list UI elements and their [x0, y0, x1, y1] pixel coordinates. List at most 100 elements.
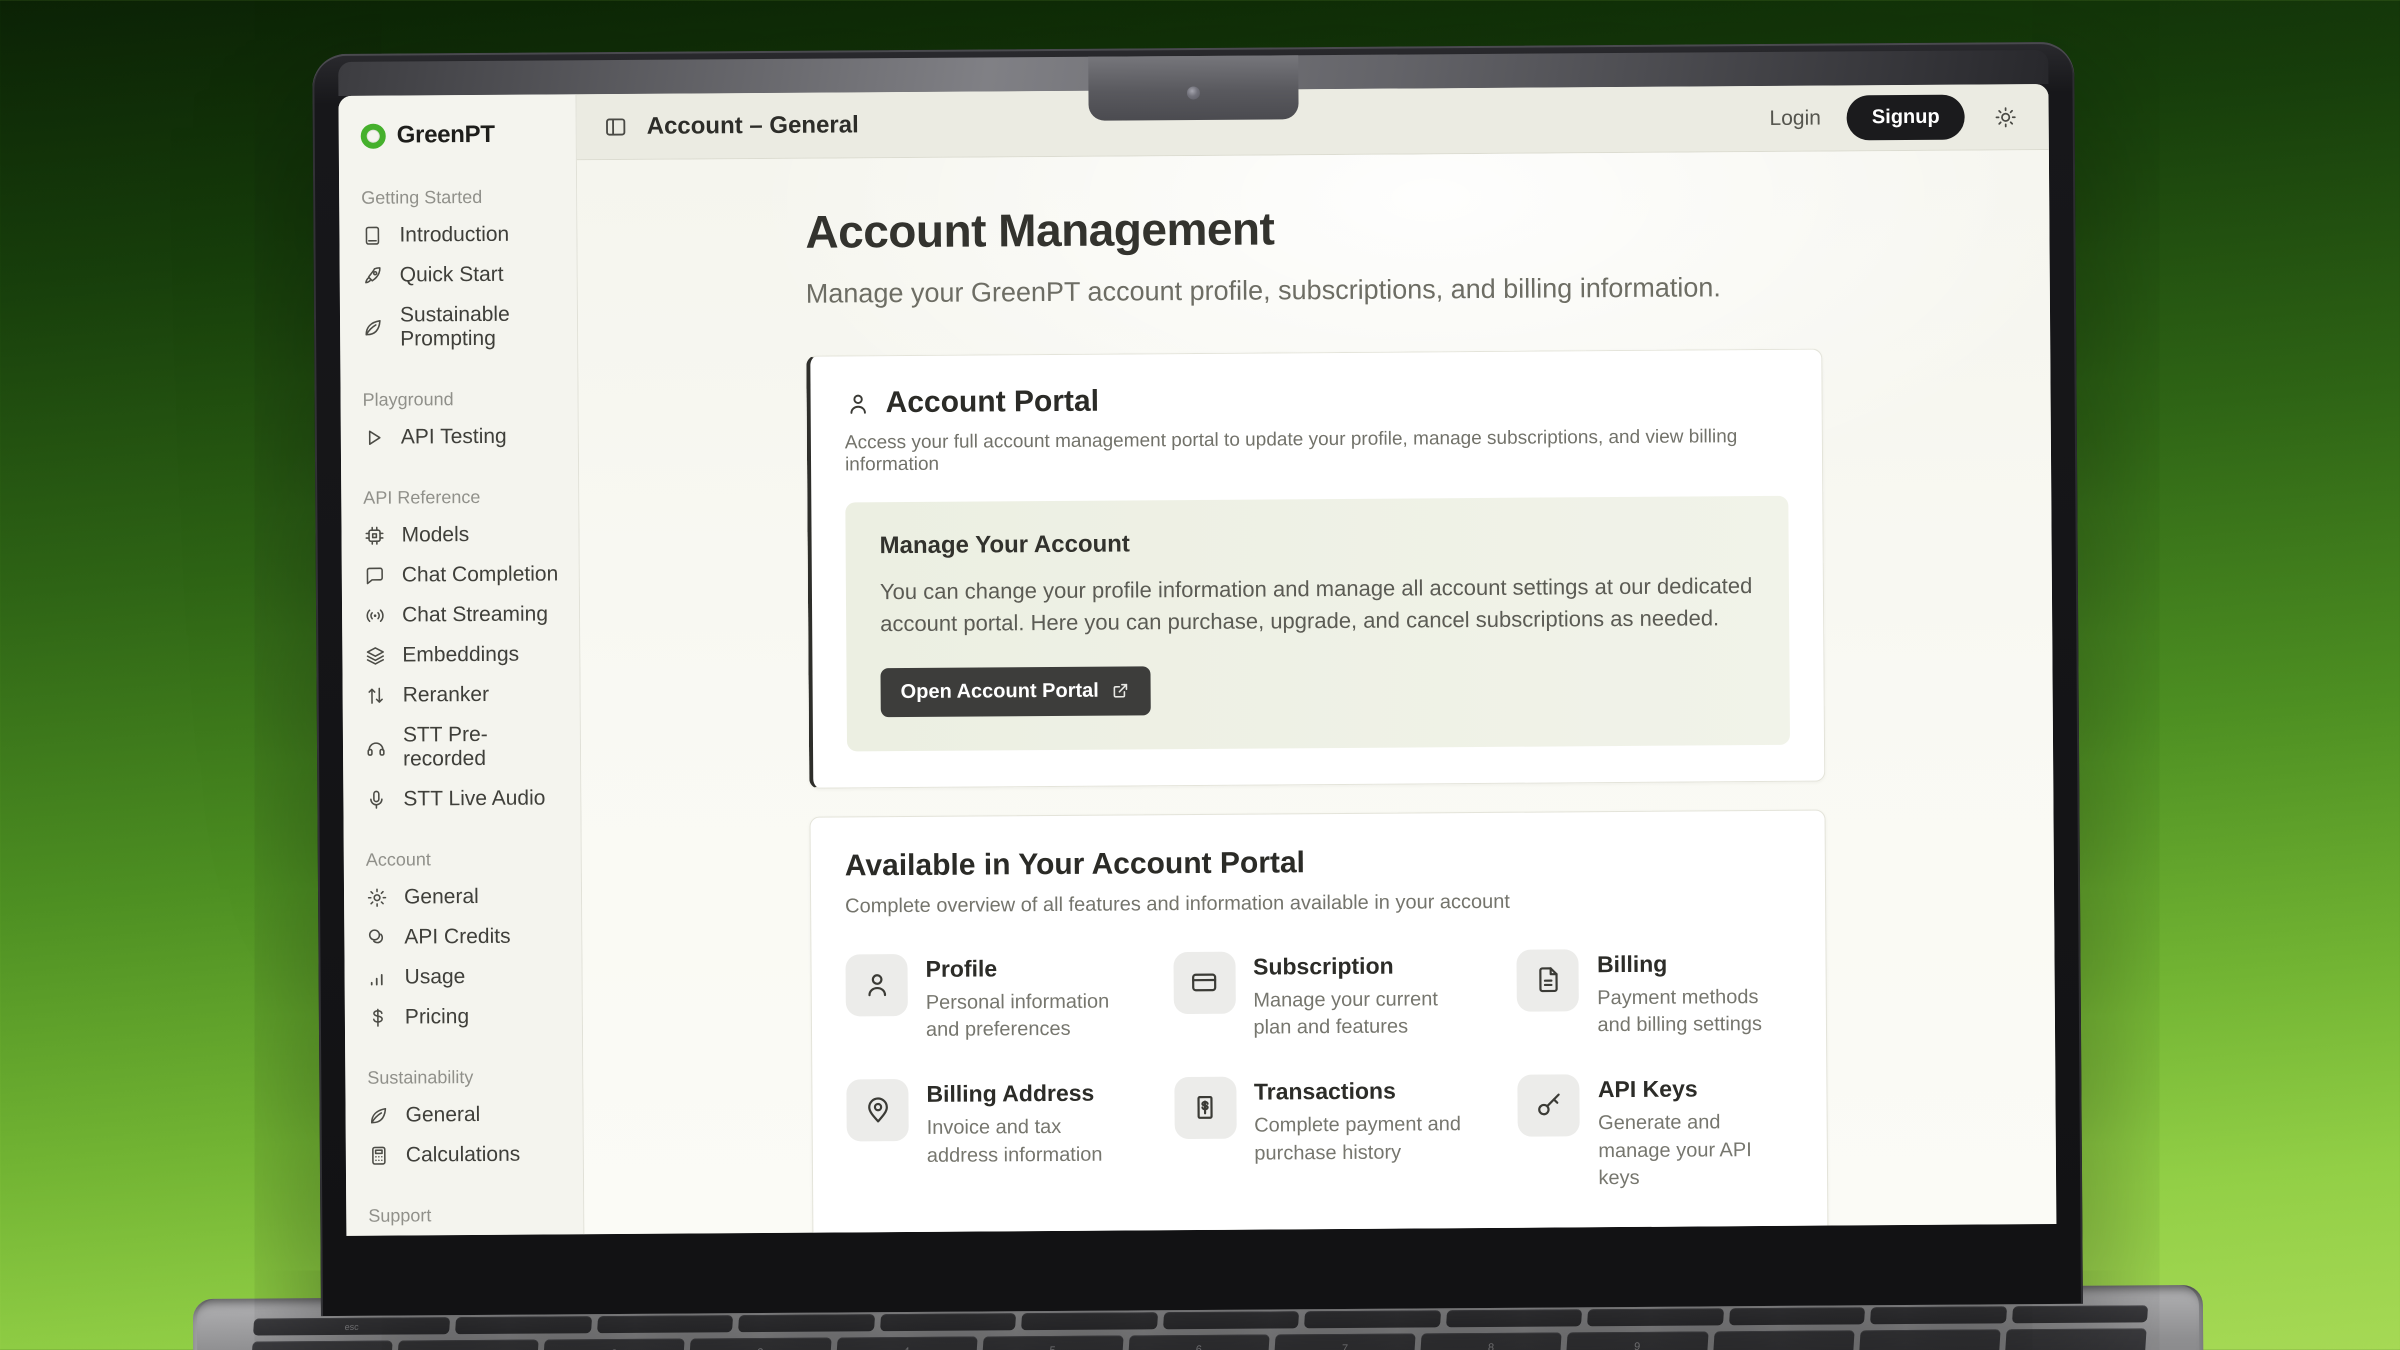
open-account-portal-button[interactable]: Open Account Portal: [880, 666, 1151, 717]
key: 3: [689, 1338, 831, 1350]
section-label: API Reference: [341, 486, 578, 509]
sun-icon: [1993, 104, 2019, 130]
key: 7: [1274, 1333, 1416, 1350]
sidebar-item-label: API Testing: [401, 425, 507, 450]
sidebar-item-usage[interactable]: Usage: [344, 956, 581, 998]
sidebar-item-reranker[interactable]: Reranker: [343, 674, 580, 716]
sidebar-item-api-testing[interactable]: API Testing: [341, 416, 578, 458]
key: [1304, 1310, 1441, 1328]
notch: [1088, 55, 1298, 120]
page-subtitle: Manage your GreenPT account profile, sub…: [806, 272, 1822, 310]
key: [597, 1315, 734, 1333]
key: [1870, 1306, 2007, 1324]
feature-title: Subscription: [1253, 952, 1475, 981]
external-link-icon: [1111, 681, 1131, 701]
key: 2: [543, 1339, 685, 1350]
sidebar-item-stt-prerecorded[interactable]: STT Pre-recorded: [343, 714, 580, 780]
laptop: esc ~ 1 2 3 4 5 6 7 8 9: [184, 33, 2204, 1350]
section-label: Account: [344, 848, 581, 871]
feature-desc: Complete payment and purchase history: [1254, 1111, 1476, 1168]
signup-button[interactable]: Signup: [1847, 95, 1965, 141]
feature-subscription: Subscription Manage your current plan an…: [1173, 950, 1476, 1043]
sort-arrows-icon: [365, 685, 387, 707]
headphones-icon: [365, 737, 387, 759]
play-icon: [363, 427, 385, 449]
sidebar-item-ai-scan[interactable]: AI Scan: [346, 1232, 583, 1236]
person-icon: [845, 954, 907, 1016]
sidebar-item-sustainable-prompting[interactable]: Sustainable Prompting: [340, 294, 577, 360]
feature-credits: Credits Monitor and purchase API credits: [847, 1230, 1133, 1234]
topbar: Account – General Login Signup: [576, 84, 2048, 160]
feature-usage: Usage Detailed analytics and usage stati…: [1175, 1228, 1478, 1234]
sidebar-item-calculations[interactable]: Calculations: [346, 1134, 583, 1176]
sidebar-item-quick-start[interactable]: Quick Start: [340, 254, 577, 296]
person-icon: [845, 390, 872, 417]
key: esc: [253, 1317, 450, 1335]
sidebar-item-label: Quick Start: [400, 263, 504, 288]
sidebar-item-label: Sustainable Prompting: [400, 302, 563, 351]
theme-toggle[interactable]: [1993, 104, 2019, 130]
key: [1446, 1309, 1583, 1327]
calculator-icon: [368, 1145, 390, 1167]
sidebar-item-chat-streaming[interactable]: Chat Streaming: [342, 594, 579, 636]
sidebar-item-label: General: [405, 1103, 480, 1128]
sidebar-item-label: Chat Streaming: [402, 603, 548, 628]
coins-icon: [847, 1232, 909, 1235]
section-label: Getting Started: [339, 186, 576, 209]
gear-icon: [366, 887, 388, 909]
sidebar-item-pricing[interactable]: Pricing: [345, 996, 582, 1038]
sidebar-item-api-credits[interactable]: API Credits: [344, 916, 581, 958]
key: ~: [251, 1341, 393, 1350]
coins-icon: [366, 927, 388, 949]
card-title: Account Portal: [885, 385, 1099, 420]
rocket-icon: [362, 265, 384, 287]
sidebar-item-label: Calculations: [406, 1143, 521, 1168]
card-description: Access your full account management port…: [845, 426, 1788, 477]
sidebar-item-label: API Credits: [404, 925, 510, 950]
book-icon: [361, 225, 383, 247]
feature-desc: Personal information and preferences: [926, 988, 1132, 1045]
sidebar-item-label: Chat Completion: [402, 562, 559, 587]
content-area: Account Management Manage your GreenPT a…: [577, 150, 2056, 1234]
feature-title: API Keys: [1598, 1075, 1793, 1103]
feature-billing-address: Billing Address Invoice and tax address …: [846, 1077, 1132, 1198]
panel-title: Manage Your Account: [880, 526, 1755, 560]
section-label: Support: [346, 1204, 583, 1227]
sidebar-item-label: Introduction: [399, 223, 509, 248]
sidebar-item-chat-completion[interactable]: Chat Completion: [342, 554, 579, 596]
sidebar-item-stt-live-audio[interactable]: STT Live Audio: [343, 778, 580, 820]
laptop-lid: GreenPT Getting Started Introduction Qui…: [312, 42, 2083, 1316]
sidebar-item-label: Embeddings: [402, 643, 519, 668]
feature-title: Billing Address: [926, 1079, 1132, 1107]
document-icon: [1517, 949, 1579, 1011]
key: [1163, 1311, 1300, 1329]
main-column: Account – General Login Signup Account M…: [576, 84, 2056, 1234]
panel-body: You can change your profile information …: [880, 570, 1755, 640]
sidebar-item-introduction[interactable]: Introduction: [339, 214, 576, 256]
key: 5: [982, 1336, 1124, 1350]
cpu-icon: [363, 525, 385, 547]
sidebar-item-embeddings[interactable]: Embeddings: [342, 634, 579, 676]
feature-desc: Manage your current plan and features: [1253, 986, 1475, 1043]
card-title: Available in Your Account Portal: [845, 843, 1791, 884]
key: 4: [835, 1337, 977, 1350]
sidebar-item-models[interactable]: Models: [341, 514, 578, 556]
sidebar-item-sustainability-general[interactable]: General: [345, 1094, 582, 1136]
login-link[interactable]: Login: [1769, 106, 1821, 130]
screen: GreenPT Getting Started Introduction Qui…: [338, 84, 2056, 1236]
dollar-icon: [367, 1007, 389, 1029]
bar-chart-icon: [1175, 1229, 1237, 1234]
sidebar-toggle-icon[interactable]: [603, 113, 629, 139]
logo[interactable]: GreenPT: [338, 94, 575, 158]
key: [880, 1313, 1017, 1331]
key: [455, 1316, 592, 1334]
feature-grid: Profile Personal information and prefere…: [845, 948, 1794, 1235]
feature-api-keys: API Keys Generate and manage your API ke…: [1518, 1073, 1793, 1194]
key: [738, 1314, 875, 1332]
camera-icon: [1187, 87, 1200, 100]
sidebar-item-label: Models: [401, 523, 469, 547]
credit-card-icon: [1173, 951, 1235, 1013]
key: [1729, 1307, 1866, 1325]
sidebar-item-account-general[interactable]: General: [344, 876, 581, 918]
key: 8: [1420, 1332, 1562, 1350]
